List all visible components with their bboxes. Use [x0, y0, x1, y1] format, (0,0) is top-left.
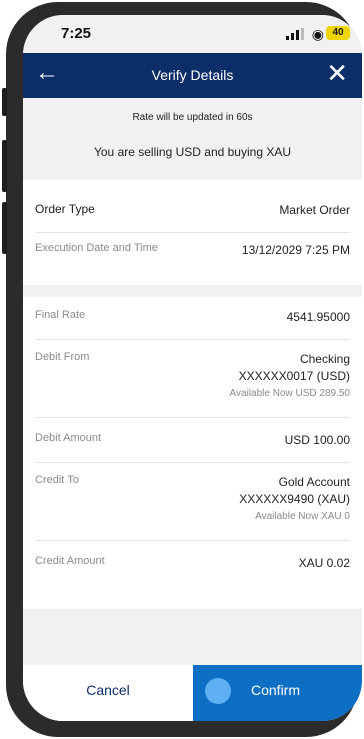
credit-amount-label: Credit Amount [35, 555, 105, 567]
credit-to-available: Available Now XAU 0 [255, 511, 350, 522]
volume-up-button [2, 140, 7, 192]
credit-amount-row: Credit Amount XAU 0.02 [35, 555, 350, 585]
credit-to-label: Credit To [35, 474, 79, 486]
status-bar: 7:25 ◉ 40 [23, 15, 362, 53]
debit-from-number: XXXXXX0017 (USD) [238, 369, 350, 383]
mute-switch [2, 88, 7, 116]
final-rate-row: Final Rate 4541.95000 [35, 309, 350, 340]
rate-update-notice: Rate will be updated in 60s [132, 112, 253, 123]
navigation-bar: ← Verify Details ✕ [23, 53, 362, 98]
credit-amount-value: XAU 0.02 [298, 556, 350, 570]
order-type-row: Order Type Market Order [35, 202, 350, 233]
debit-from-available: Available Now USD 289.50 [229, 388, 350, 399]
debit-from-value: Checking XXXXXX0017 (USD) Available Now … [230, 351, 350, 402]
debit-amount-row: Debit Amount USD 100.00 [35, 432, 350, 463]
rate-banner: Rate will be updated in 60s You are sell… [23, 98, 362, 180]
credit-to-value: Gold Account XXXXXX9490 (XAU) Available … [239, 474, 350, 525]
final-rate-value: 4541.95000 [286, 310, 350, 324]
order-card: Order Type Market Order Execution Date a… [23, 180, 362, 285]
debit-from-account: Checking [299, 352, 350, 366]
final-rate-label: Final Rate [35, 309, 86, 321]
slide-handle-icon[interactable] [205, 678, 231, 704]
debit-from-row: Debit From Checking XXXXXX0017 (USD) Ava… [35, 351, 350, 418]
confirm-label: Confirm [251, 682, 301, 698]
volume-down-button [2, 202, 7, 254]
order-type-value: Market Order [279, 203, 350, 217]
cancel-button[interactable]: Cancel [23, 665, 193, 721]
wifi-icon: ◉ [311, 26, 324, 42]
debit-from-label: Debit From [35, 351, 90, 363]
details-card: Final Rate 4541.95000 Debit From Checkin… [23, 297, 362, 609]
debit-amount-label: Debit Amount [35, 432, 102, 444]
credit-to-number: XXXXXX9490 (XAU) [239, 492, 350, 506]
confirm-button[interactable]: Confirm [193, 665, 362, 721]
close-icon[interactable]: ✕ [326, 58, 348, 89]
credit-to-row: Credit To Gold Account XXXXXX9490 (XAU) … [35, 474, 350, 541]
status-time: 7:25 [61, 25, 92, 42]
action-footer: Cancel Confirm [23, 665, 362, 721]
execution-row: Execution Date and Time 13/12/2029 7:25 … [35, 242, 350, 272]
trade-summary: You are selling USD and buying XAU [93, 145, 291, 159]
page-title: Verify Details [151, 67, 234, 83]
cellular-signal-icon [286, 28, 304, 40]
credit-to-account: Gold Account [278, 475, 350, 489]
debit-amount-value: USD 100.00 [284, 433, 350, 447]
execution-value: 13/12/2029 7:25 PM [241, 243, 350, 257]
execution-label: Execution Date and Time [35, 242, 158, 254]
order-type-label: Order Type [35, 202, 95, 216]
battery-icon: 40 [326, 26, 350, 40]
screen: 7:25 ◉ 40 ← Verify Details ✕ Rate will b… [23, 15, 362, 721]
